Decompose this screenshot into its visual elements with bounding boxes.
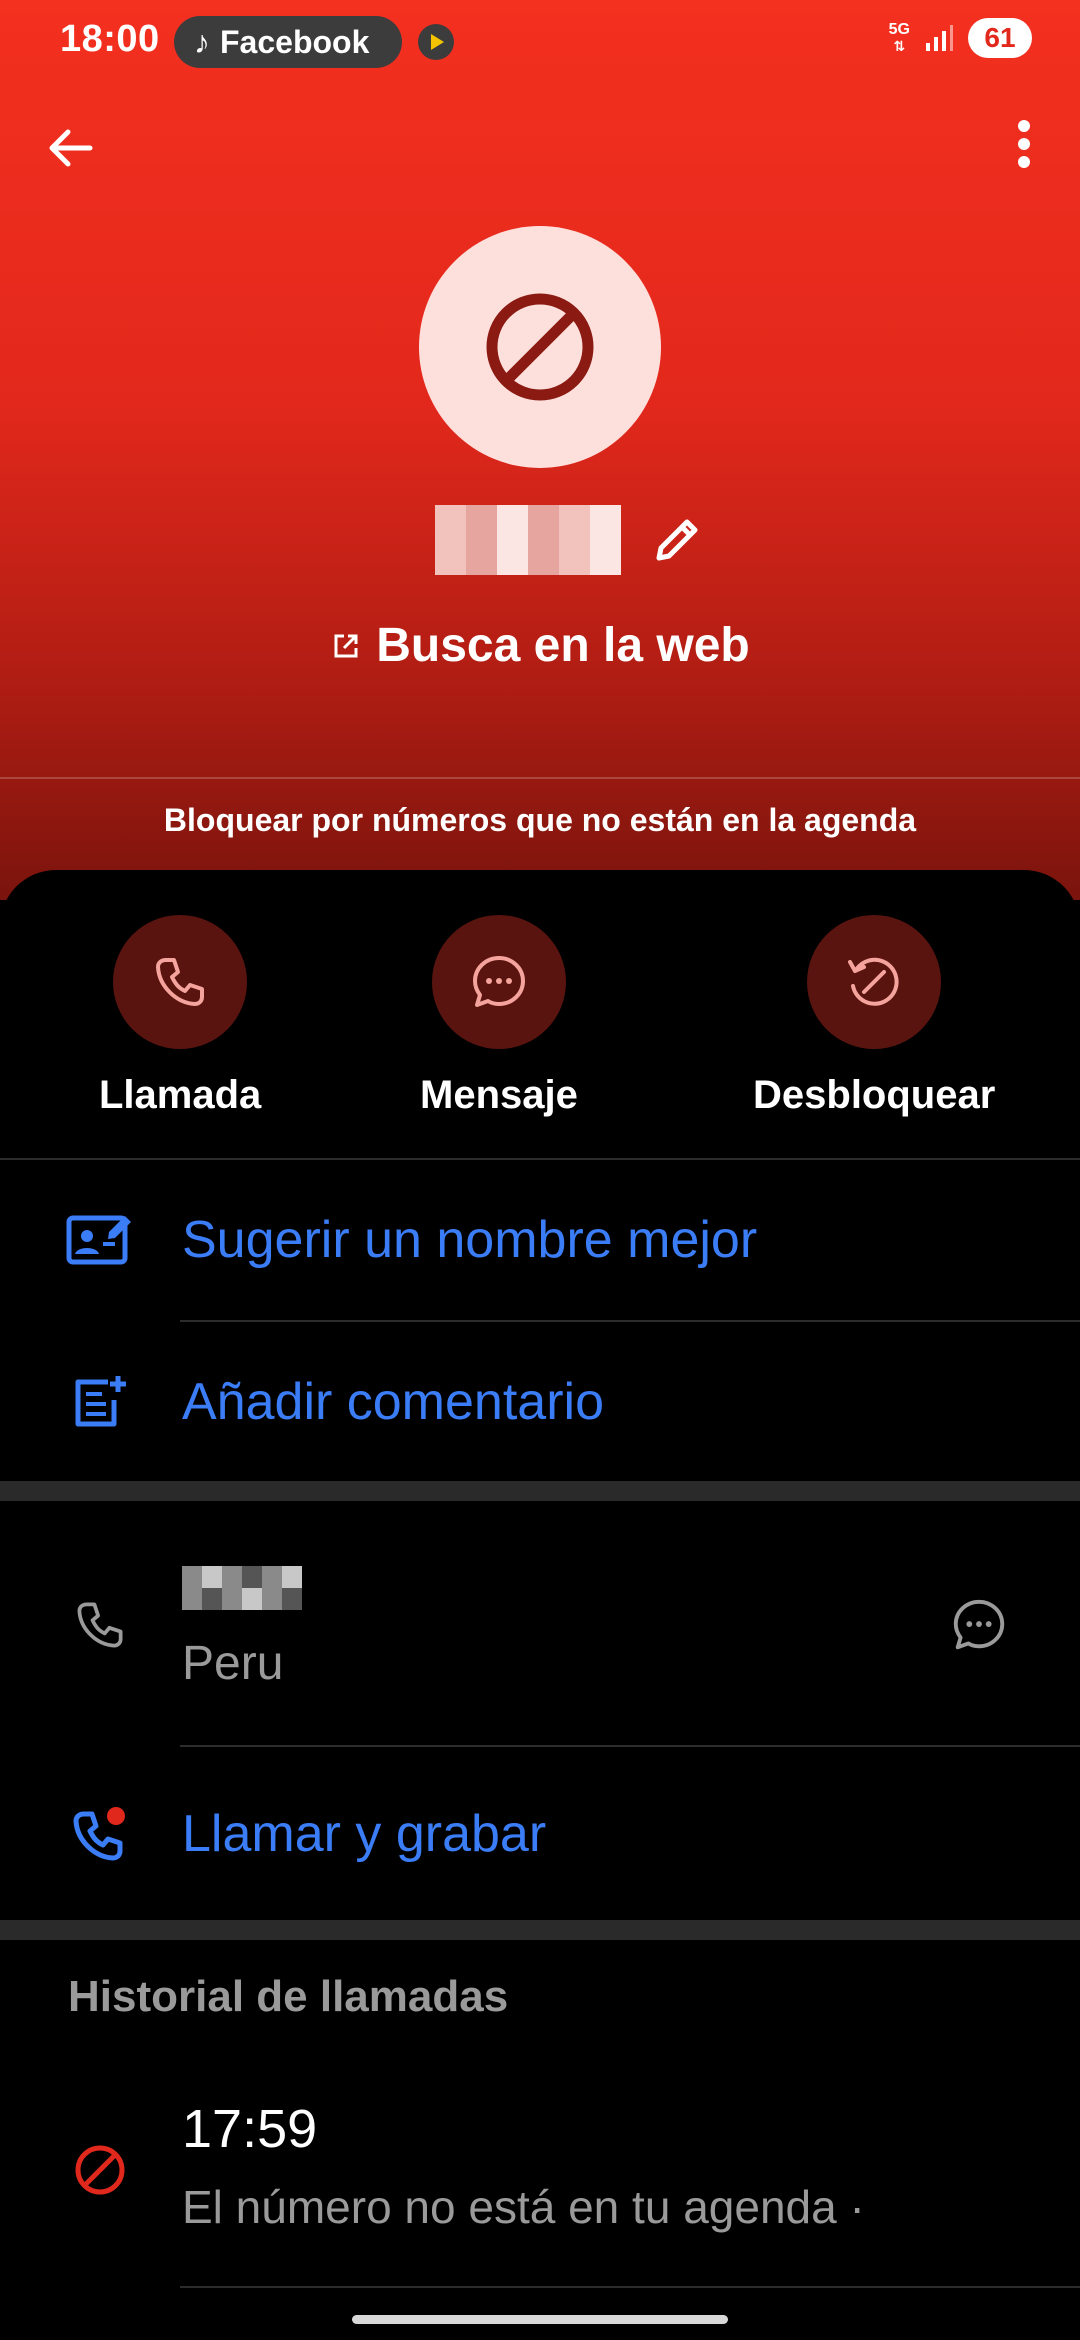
section-gap [0, 1920, 1080, 1940]
section-gap [0, 1481, 1080, 1501]
more-vert-icon [1018, 120, 1030, 168]
call-history-item[interactable]: 17:59 El número no está en tu agenda · [0, 2094, 1080, 2244]
block-reason-text: Bloquear por números que no están en la … [163, 802, 917, 838]
actions-divider [0, 1158, 1080, 1160]
message-action-circle [431, 915, 566, 1049]
call-action-label: Llamada [99, 1073, 262, 1117]
back-button[interactable] [40, 118, 100, 178]
web-search-link[interactable]: Busca en la web [0, 618, 1080, 673]
message-icon [472, 956, 525, 1007]
music-note-icon: ♪ [194, 24, 210, 60]
history-divider [180, 2286, 1080, 2288]
more-options-button[interactable] [1002, 114, 1046, 174]
call-history-description: El número no está en tu agenda · [182, 2181, 865, 2233]
message-icon [953, 1599, 1005, 1650]
redacted-phone-number [182, 1566, 302, 1610]
now-playing-pill[interactable]: ♪ Facebook [174, 16, 402, 68]
send-message-button[interactable] [948, 1594, 1010, 1661]
status-indicators: 5G ⇅ 61 [889, 18, 1032, 58]
header-divider [0, 777, 1080, 779]
add-comment-label: Añadir comentario [182, 1373, 604, 1431]
call-action-circle [113, 915, 248, 1049]
suggest-name-row[interactable]: Sugerir un nombre mejor [0, 1200, 1080, 1280]
arrow-left-icon [49, 129, 93, 167]
signal-icon [926, 25, 953, 51]
add-note-icon [64, 1366, 136, 1438]
add-comment-row[interactable]: Añadir comentario [0, 1362, 1080, 1442]
call-and-record-row[interactable]: Llamar y grabar [0, 1794, 1080, 1874]
open-external-icon [334, 634, 358, 657]
web-search-label: Busca en la web [376, 619, 750, 672]
message-action-label: Mensaje [420, 1073, 578, 1117]
battery-indicator: 61 [968, 18, 1032, 58]
unblock-action-circle [807, 915, 942, 1049]
call-history-time: 17:59 [182, 2099, 318, 2159]
blocked-avatar [419, 226, 661, 468]
network-indicator: 5G ⇅ [888, 21, 910, 55]
number-divider [180, 1745, 1080, 1747]
quick-actions: Llamada Mensaje Desbloquear [0, 915, 1080, 1118]
call-action[interactable]: Llamada [99, 915, 261, 1118]
phone-icon [156, 958, 205, 1006]
call-history-title: Historial de llamadas [68, 1972, 509, 2021]
unblock-action-label: Desbloquear [753, 1073, 996, 1117]
edit-pencil-icon[interactable] [649, 512, 705, 568]
call-record-icon [64, 1798, 136, 1870]
phone-number-row[interactable]: Peru [0, 1560, 1080, 1690]
option-divider [180, 1320, 1080, 1322]
call-and-record-label: Llamar y grabar [182, 1805, 547, 1863]
blocked-call-icon [64, 2134, 136, 2206]
unblock-action[interactable]: Desbloquear [753, 915, 995, 1118]
message-action[interactable]: Mensaje [420, 915, 578, 1118]
status-time: 18:00 [60, 18, 160, 60]
status-bar: 18:00 ♪ Facebook 5G ⇅ 61 [0, 0, 1080, 84]
media-play-icon [418, 24, 454, 60]
phone-icon [64, 1589, 136, 1661]
phone-location: Peru [182, 1637, 284, 1690]
suggest-name-label: Sugerir un nombre mejor [182, 1211, 758, 1269]
contact-name-row [0, 505, 1080, 575]
edit-contact-card-icon [64, 1204, 136, 1276]
now-playing-app: Facebook [220, 23, 370, 60]
unblock-icon [848, 957, 899, 1006]
redacted-contact-name [435, 505, 621, 575]
home-indicator[interactable] [352, 2315, 728, 2324]
block-icon [486, 293, 594, 401]
